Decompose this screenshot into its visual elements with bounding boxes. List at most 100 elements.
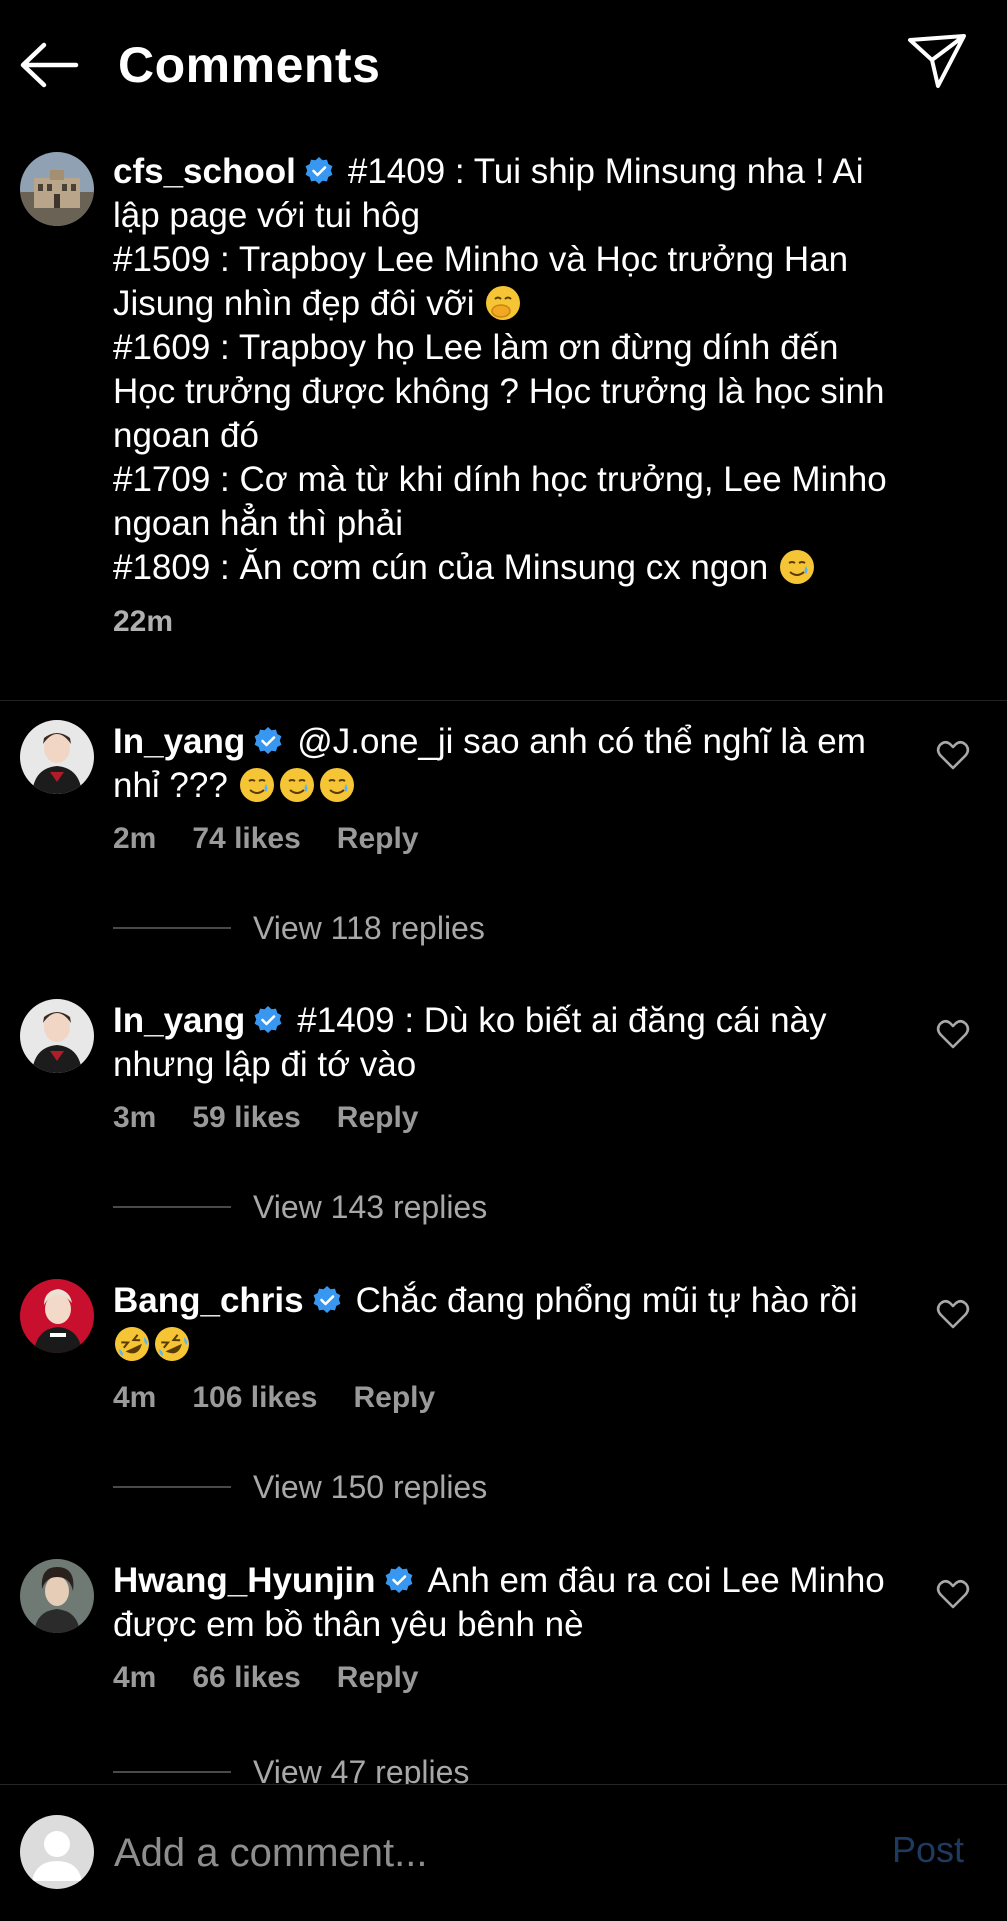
replies-line — [113, 1771, 231, 1773]
caption-line: #1509 : Trapboy Lee Minho và Học trưởng … — [113, 240, 849, 279]
comment-text: Hwang_Hyunjin Anh em đâu ra coi Lee Minho… — [113, 1559, 903, 1647]
username[interactable]: cfs_school — [113, 152, 296, 191]
reply-button[interactable]: Reply — [353, 1381, 435, 1414]
comment-meta: 3m 59 likes Reply — [113, 1101, 455, 1135]
like-count[interactable]: 74 likes — [192, 822, 300, 855]
view-replies-cut: View 47 replies — [0, 1738, 1007, 1784]
avatar[interactable] — [20, 999, 94, 1073]
comment-line: @J.one_ji sao anh có thể nghĩ là em — [297, 722, 866, 761]
comment-text: In_yang #1409 : Dù ko biết ai đăng cái nà… — [113, 999, 903, 1087]
heart-icon — [936, 1299, 970, 1329]
send-icon — [908, 34, 966, 88]
verified-icon — [313, 1286, 341, 1313]
caption-line: #1709 : Cơ mà từ khi dính học trưởng, Le… — [113, 460, 887, 499]
default-user-icon — [32, 1831, 82, 1881]
comment-line: Chắc đang phổng mũi tự hào rồi — [355, 1281, 858, 1320]
comment-item: In_yang #1409 : Dù ko biết ai đăng cái nà… — [0, 999, 1007, 1259]
comment-text: Bang_chris Chắc đang phổng mũi tự hào rồi — [113, 1279, 903, 1367]
verified-icon — [305, 157, 333, 184]
username[interactable]: Hwang_Hyunjin — [113, 1561, 376, 1600]
smiling-face-tear-icon — [279, 768, 314, 802]
caption-line: Học trưởng được không ? Học trưởng là họ… — [113, 372, 885, 411]
reply-button[interactable]: Reply — [337, 1661, 419, 1694]
comment-item: Bang_chris Chắc đang phổng mũi tự hào rồi… — [0, 1279, 1007, 1539]
timestamp: 4m — [113, 1661, 157, 1694]
comment-meta: 4m 106 likes Reply — [113, 1381, 471, 1415]
heart-icon — [936, 740, 970, 770]
caption-line: Jisung nhìn đẹp đôi vỡi — [113, 284, 475, 323]
rolling-laughing-icon — [155, 1327, 189, 1361]
username[interactable]: In_yang — [113, 722, 245, 761]
page-title: Comments — [118, 37, 381, 93]
comment-meta: 4m 66 likes Reply — [113, 1661, 455, 1695]
like-button[interactable] — [936, 1017, 970, 1051]
view-replies-button[interactable]: View 150 replies — [113, 1465, 487, 1509]
view-replies-label: View 150 replies — [253, 1468, 488, 1505]
like-count[interactable]: 66 likes — [192, 1661, 300, 1694]
caption-line: #1409 : Tui ship Minsung nha ! Ai — [347, 152, 864, 191]
caption-line: #1809 : Ăn cơm cún của Minsung cx ngon — [113, 548, 769, 587]
comment-line: nhưng lập đi tớ vào — [113, 1045, 417, 1084]
reply-button[interactable]: Reply — [337, 1101, 419, 1134]
comment-meta: 2m 74 likes Reply — [113, 822, 455, 856]
heart-icon — [936, 1579, 970, 1609]
avatar[interactable] — [20, 152, 94, 226]
comment-composer: Post — [0, 1784, 1007, 1921]
face-hand-over-mouth-icon — [486, 286, 521, 320]
comment-line: nhỉ ??? — [113, 766, 228, 805]
comment-text: In_yang @J.one_ji sao anh có thể nghĩ là … — [113, 720, 903, 808]
caption-line: #1609 : Trapboy họ Lee làm ơn đừng dính … — [113, 328, 839, 367]
username[interactable]: Bang_chris — [113, 1281, 304, 1320]
user-photo-avatar — [20, 1559, 94, 1633]
user-photo-avatar — [20, 720, 94, 794]
replies-line — [113, 1486, 231, 1488]
divider — [0, 700, 1007, 701]
username[interactable]: In_yang — [113, 1001, 245, 1040]
view-replies-label: View 118 replies — [253, 909, 485, 946]
view-replies-button[interactable]: View 47 replies — [113, 1750, 469, 1784]
like-count[interactable]: 106 likes — [192, 1381, 317, 1414]
verified-icon — [385, 1566, 412, 1593]
view-replies-button[interactable]: View 118 replies — [113, 906, 485, 950]
avatar — [20, 1815, 94, 1889]
caption-line: ngoan đó — [113, 416, 259, 455]
back-button[interactable] — [18, 40, 80, 90]
comment-input[interactable] — [112, 1817, 856, 1889]
view-replies-button[interactable]: View 143 replies — [113, 1185, 487, 1229]
verified-icon — [254, 1006, 282, 1033]
view-replies-label: View 143 replies — [253, 1188, 488, 1225]
timestamp: 2m — [113, 822, 157, 855]
avatar[interactable] — [20, 720, 94, 794]
smiling-face-tear-icon — [239, 768, 274, 802]
share-button[interactable] — [906, 30, 968, 92]
caption-line: ngoan hẳn thì phải — [113, 504, 403, 543]
caption-text: cfs_school #1409 : Tui ship Minsung nha !… — [113, 150, 943, 644]
comment-line: được em bồ thân yêu bênh nè — [113, 1605, 584, 1644]
smiling-face-tear-icon — [319, 768, 354, 802]
like-button[interactable] — [936, 1577, 970, 1611]
replies-line — [113, 1206, 231, 1208]
verified-icon — [254, 727, 282, 754]
user-photo-avatar — [20, 1279, 94, 1353]
timestamp: 3m — [113, 1101, 157, 1134]
smiling-face-tear-icon — [780, 550, 815, 584]
rolling-laughing-icon — [115, 1327, 149, 1361]
timestamp: 4m — [113, 1381, 157, 1414]
post-button[interactable]: Post — [892, 1829, 964, 1871]
replies-line — [113, 927, 231, 929]
heart-icon — [936, 1019, 970, 1049]
user-photo-avatar — [20, 999, 94, 1073]
like-count[interactable]: 59 likes — [192, 1101, 300, 1134]
view-replies-label: View 47 replies — [253, 1753, 470, 1785]
header: Comments — [0, 0, 1007, 130]
comment-line: Anh em đâu ra coi Lee Minho — [427, 1561, 885, 1600]
like-button[interactable] — [936, 1297, 970, 1331]
reply-button[interactable]: Reply — [337, 822, 419, 855]
like-button[interactable] — [936, 738, 970, 772]
timestamp: 22m — [113, 605, 174, 638]
avatar[interactable] — [20, 1279, 94, 1353]
school-building-avatar — [20, 152, 94, 226]
caption-line: lập page với tui hôg — [113, 196, 421, 235]
avatar[interactable] — [20, 1559, 94, 1633]
comment-line: #1409 : Dù ko biết ai đăng cái này — [297, 1001, 827, 1040]
